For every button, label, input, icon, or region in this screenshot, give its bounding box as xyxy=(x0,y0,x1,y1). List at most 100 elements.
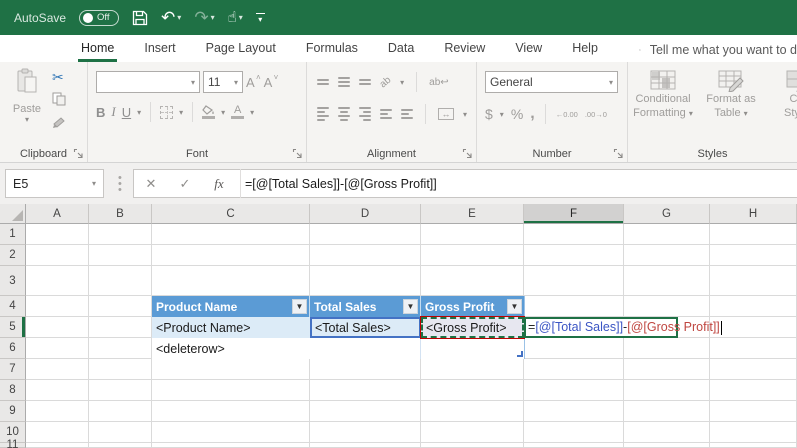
fill-color-button[interactable] xyxy=(202,105,216,119)
cell-G4[interactable] xyxy=(624,296,710,317)
cell-D3[interactable] xyxy=(310,266,421,296)
cell-E3[interactable] xyxy=(421,266,524,296)
column-header-A[interactable]: A xyxy=(26,204,89,224)
cell-H3[interactable] xyxy=(710,266,797,296)
row-header-7[interactable]: 7 xyxy=(0,359,26,380)
cell-H8[interactable] xyxy=(710,380,797,401)
percent-button[interactable]: % xyxy=(511,106,523,122)
cell-F9[interactable] xyxy=(524,401,624,422)
tab-home[interactable]: Home xyxy=(66,36,129,62)
row-header-5[interactable]: 5 xyxy=(0,317,26,338)
cell-H1[interactable] xyxy=(710,224,797,245)
undo-dropdown-icon[interactable]: ▾ xyxy=(177,13,181,22)
autosave-toggle[interactable]: Off xyxy=(79,9,120,26)
font-color-button[interactable]: A xyxy=(231,105,245,119)
row-header-11[interactable]: 11 xyxy=(0,439,26,448)
tab-review[interactable]: Review xyxy=(429,36,500,62)
tab-data[interactable]: Data xyxy=(373,36,429,62)
currency-button[interactable]: $ xyxy=(485,106,493,122)
tab-formulas[interactable]: Formulas xyxy=(291,36,373,62)
cell-A11[interactable] xyxy=(26,443,89,448)
conditional-formatting-button[interactable]: Conditional Formatting ▾ xyxy=(632,70,694,121)
cell-D8[interactable] xyxy=(310,380,421,401)
cell-D10[interactable] xyxy=(310,422,421,443)
cell-E5-referenced[interactable]: <Gross Profit> xyxy=(421,317,524,338)
shrink-font-button[interactable]: A ˅ xyxy=(264,73,279,90)
decrease-indent-icon[interactable] xyxy=(380,109,392,119)
customize-quick-access-button[interactable]: ▾ xyxy=(255,13,265,24)
cell-C9[interactable] xyxy=(152,401,310,422)
name-box[interactable]: E5 ▾ xyxy=(5,169,104,198)
cell-G3[interactable] xyxy=(624,266,710,296)
cell-A2[interactable] xyxy=(26,245,89,266)
cell-G9[interactable] xyxy=(624,401,710,422)
row-header-3[interactable]: 3 xyxy=(0,266,26,296)
cell-C5[interactable]: <Product Name> xyxy=(152,317,310,338)
tell-me-search[interactable]: Tell me what you want to d xyxy=(639,43,797,57)
cell-B1[interactable] xyxy=(89,224,152,245)
column-header-G[interactable]: G xyxy=(624,204,710,224)
touch-mode-dropdown-icon[interactable]: ▾ xyxy=(239,13,243,22)
cell-H4[interactable] xyxy=(710,296,797,317)
cell-E6[interactable] xyxy=(421,338,524,359)
table-resize-handle[interactable] xyxy=(517,351,523,357)
format-as-table-button[interactable]: Format as Table ▾ xyxy=(700,70,762,121)
borders-icon[interactable] xyxy=(160,105,174,119)
cell-G8[interactable] xyxy=(624,380,710,401)
cell-B4[interactable] xyxy=(89,296,152,317)
cell-H2[interactable] xyxy=(710,245,797,266)
paste-button[interactable]: Paste ▾ xyxy=(6,68,48,142)
filter-dropdown-button[interactable]: ▼ xyxy=(403,299,418,314)
cell-F4[interactable] xyxy=(524,296,624,317)
currency-dropdown-icon[interactable]: ▾ xyxy=(500,110,504,119)
cell-B8[interactable] xyxy=(89,380,152,401)
cell-C11[interactable] xyxy=(152,443,310,448)
cell-G7[interactable] xyxy=(624,359,710,380)
increase-decimal-button[interactable]: ←0.00 xyxy=(556,110,578,118)
cell-C2[interactable] xyxy=(152,245,310,266)
cell-F1[interactable] xyxy=(524,224,624,245)
cell-A4[interactable] xyxy=(26,296,89,317)
increase-indent-icon[interactable] xyxy=(401,109,413,119)
cell-H7[interactable] xyxy=(710,359,797,380)
cell-B3[interactable] xyxy=(89,266,152,296)
cell-B9[interactable] xyxy=(89,401,152,422)
redo-button[interactable]: ↷ ▾ xyxy=(194,9,214,26)
merge-center-icon[interactable]: ↔ xyxy=(438,108,454,120)
row-header-9[interactable]: 9 xyxy=(0,401,26,422)
cell-E9[interactable] xyxy=(421,401,524,422)
filter-dropdown-button[interactable]: ▼ xyxy=(292,299,307,314)
borders-dropdown-icon[interactable]: ▾ xyxy=(179,108,183,117)
cell-F3[interactable] xyxy=(524,266,624,296)
cell-E8[interactable] xyxy=(421,380,524,401)
decrease-decimal-button[interactable]: .00→0 xyxy=(585,110,607,118)
cell-B11[interactable] xyxy=(89,443,152,448)
tab-view[interactable]: View xyxy=(500,36,557,62)
insert-function-button[interactable]: fx xyxy=(202,176,236,192)
cell-D2[interactable] xyxy=(310,245,421,266)
cell-B6[interactable] xyxy=(89,338,152,359)
cell-H11[interactable] xyxy=(710,443,797,448)
italic-button[interactable]: I xyxy=(111,104,115,120)
cell-H5[interactable] xyxy=(710,317,797,338)
undo-button[interactable]: ↶ ▾ xyxy=(161,9,181,26)
merge-dropdown-icon[interactable]: ▾ xyxy=(463,110,467,119)
save-button[interactable] xyxy=(132,10,148,26)
table-header-product-name[interactable]: Product Name ▼ xyxy=(152,296,310,317)
cut-icon[interactable]: ✂ xyxy=(52,70,64,84)
bottom-align-icon[interactable] xyxy=(359,79,371,85)
bold-button[interactable]: B xyxy=(96,105,105,120)
cell-A1[interactable] xyxy=(26,224,89,245)
row-header-8[interactable]: 8 xyxy=(0,380,26,401)
cell-D9[interactable] xyxy=(310,401,421,422)
cell-C3[interactable] xyxy=(152,266,310,296)
cancel-button[interactable]: ✕ xyxy=(134,176,168,192)
cell-C6[interactable]: <deleterow> xyxy=(152,338,310,359)
filter-dropdown-button[interactable]: ▼ xyxy=(507,299,522,314)
cell-F2[interactable] xyxy=(524,245,624,266)
row-header-6[interactable]: 6 xyxy=(0,338,26,359)
cell-A5[interactable] xyxy=(26,317,89,338)
copy-button[interactable] xyxy=(52,92,66,109)
format-painter-button[interactable] xyxy=(52,117,66,132)
cell-D6[interactable] xyxy=(310,338,421,359)
